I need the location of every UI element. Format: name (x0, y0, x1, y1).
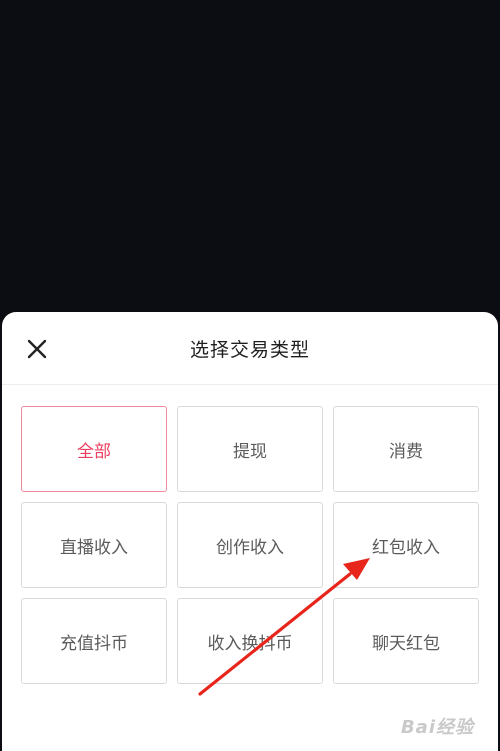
option-consumption[interactable]: 消费 (333, 406, 479, 492)
option-chat-red-packet[interactable]: 聊天红包 (333, 598, 479, 684)
option-income-to-coins[interactable]: 收入换抖币 (177, 598, 323, 684)
transaction-type-grid: 全部 提现 消费 直播收入 创作收入 红包收入 充值抖币 收入换抖币 聊天红包 (21, 406, 479, 684)
option-creation-income[interactable]: 创作收入 (177, 502, 323, 588)
watermark-logo: Bai经验 (400, 717, 474, 738)
transaction-type-sheet: 选择交易类型 全部 提现 消费 直播收入 创作收入 红包收入 充值抖币 收入换抖… (2, 312, 498, 751)
option-all[interactable]: 全部 (21, 406, 167, 492)
sheet-header: 选择交易类型 (2, 312, 498, 385)
option-withdraw[interactable]: 提现 (177, 406, 323, 492)
option-red-packet-income[interactable]: 红包收入 (333, 502, 479, 588)
option-recharge-coins[interactable]: 充值抖币 (21, 598, 167, 684)
sheet-title: 选择交易类型 (189, 339, 310, 361)
option-live-income[interactable]: 直播收入 (21, 502, 167, 588)
